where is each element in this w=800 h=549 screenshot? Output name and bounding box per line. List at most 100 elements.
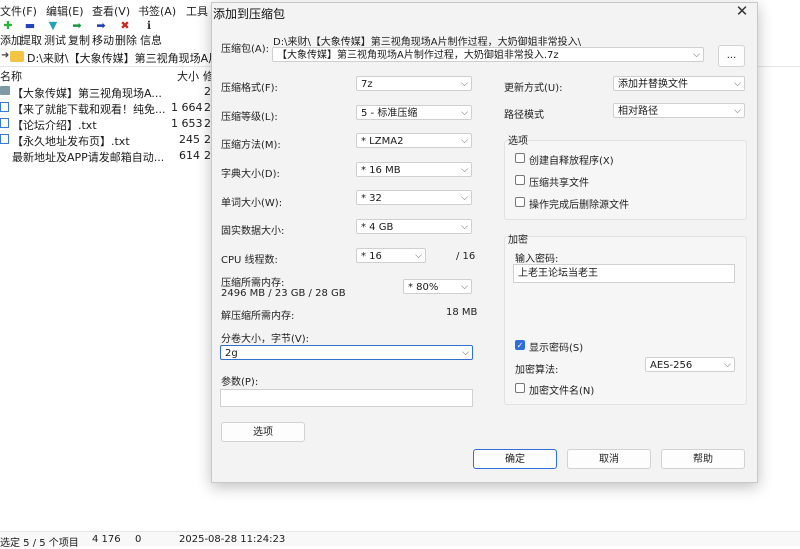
- cpu-threads-select[interactable]: * 16 ⌵: [356, 248, 426, 263]
- chevron-down-icon: ⌵: [734, 79, 741, 89]
- file-name[interactable]: 【论坛介绍】.txt: [12, 117, 97, 133]
- cpu-threads-max: / 16: [456, 251, 476, 262]
- archive-label: 压缩包(A):: [221, 44, 270, 55]
- close-icon[interactable]: ✕: [735, 4, 749, 19]
- chevron-down-icon: ⌵: [461, 222, 468, 232]
- file-size: 245: [179, 133, 200, 146]
- encryption-group-title: 加密: [508, 235, 528, 246]
- menu-tools[interactable]: 工具: [186, 3, 208, 19]
- menu-edit[interactable]: 编辑(E): [46, 3, 84, 19]
- parameters-label: 参数(P):: [221, 377, 259, 388]
- info-icon[interactable]: ℹ: [143, 20, 155, 32]
- level-label: 压缩等级(L):: [221, 112, 278, 123]
- volume-size-combo[interactable]: 2g ⌵: [220, 345, 473, 360]
- up-arrow-icon[interactable]: ➜: [1, 50, 9, 61]
- shared-files-checkbox[interactable]: [515, 175, 525, 185]
- add-icon[interactable]: ✚: [2, 20, 14, 32]
- status-size: 4 176: [92, 534, 121, 545]
- menu-bookmarks[interactable]: 书签(A): [138, 3, 176, 19]
- file-name[interactable]: 【永久地址发布页】.txt: [12, 133, 130, 149]
- menu-view[interactable]: 查看(V): [92, 3, 130, 19]
- update-mode-label: 更新方式(U):: [504, 83, 563, 94]
- test-icon[interactable]: ▼: [47, 20, 59, 32]
- folder-icon: [10, 51, 24, 62]
- current-path[interactable]: D:\来财\【大象传媒】第三视角现场A片: [27, 50, 219, 66]
- file-icon: [0, 118, 9, 128]
- archive-name-combo[interactable]: 【大象传媒】第三视角现场A片制作过程，大奶御姐非常投入.7z ⌵: [272, 47, 704, 62]
- encrypt-names-checkbox[interactable]: [515, 383, 525, 393]
- method-value: * LZMA2: [361, 136, 404, 147]
- word-size-label: 单词大小(W):: [221, 198, 283, 209]
- sfx-label: 创建自释放程序(X): [529, 156, 614, 167]
- path-mode-value: 相对路径: [618, 106, 658, 117]
- password-input[interactable]: 上老王论坛当老王: [513, 264, 735, 283]
- cpu-threads-label: CPU 线程数:: [221, 255, 278, 266]
- toolbar-extract[interactable]: 提取: [20, 32, 42, 48]
- column-name[interactable]: 名称: [0, 68, 22, 84]
- update-mode-select[interactable]: 添加并替换文件 ⌵: [613, 76, 745, 91]
- column-size[interactable]: 大小: [177, 68, 199, 84]
- cancel-button[interactable]: 取消: [567, 449, 651, 469]
- decompress-memory-value: 18 MB: [446, 307, 478, 318]
- ok-button[interactable]: 确定: [473, 449, 557, 469]
- help-button[interactable]: 帮助: [661, 449, 745, 469]
- chevron-down-icon: ⌵: [461, 165, 468, 175]
- format-select[interactable]: 7z ⌵: [356, 76, 472, 91]
- level-select[interactable]: 5 - 标准压缩 ⌵: [356, 105, 472, 120]
- method-select[interactable]: * LZMA2 ⌵: [356, 133, 472, 148]
- chevron-down-icon: ⌵: [461, 282, 468, 292]
- dictionary-label: 字典大小(D):: [221, 169, 280, 180]
- chevron-down-icon: ⌵: [461, 108, 468, 118]
- toolbar-test[interactable]: 测试: [44, 32, 66, 48]
- toolbar-add[interactable]: 添加: [0, 32, 22, 48]
- volume-size-label: 分卷大小，字节(V):: [221, 334, 310, 345]
- extract-icon[interactable]: ▬: [24, 20, 36, 32]
- chevron-down-icon: ⌵: [734, 106, 741, 116]
- file-modified: 2: [204, 101, 211, 114]
- solid-size-select[interactable]: * 4 GB ⌵: [356, 219, 472, 234]
- archive-name-value: 【大象传媒】第三视角现场A片制作过程，大奶御姐非常投入.7z: [277, 50, 559, 61]
- memory-label: 压缩所需内存:: [221, 278, 285, 289]
- file-icon: [0, 134, 9, 144]
- delete-icon[interactable]: ✖: [119, 20, 131, 32]
- file-modified: 2: [204, 133, 211, 146]
- move-icon[interactable]: ➡: [95, 20, 107, 32]
- file-name[interactable]: 最新地址及APP请发邮箱自动...: [12, 149, 164, 165]
- chevron-down-icon: ⌵: [462, 348, 469, 358]
- chevron-down-icon: ⌵: [461, 136, 468, 146]
- parameters-input[interactable]: [220, 389, 473, 407]
- solid-size-label: 固实数据大小:: [221, 226, 285, 237]
- status-zero: 0: [135, 534, 142, 545]
- browse-button[interactable]: ...: [718, 45, 745, 67]
- word-size-select[interactable]: * 32 ⌵: [356, 190, 472, 205]
- cpu-threads-value: * 16: [361, 251, 382, 262]
- options-button[interactable]: 选项: [221, 422, 305, 442]
- decompress-memory-label: 解压缩所需内存:: [221, 311, 295, 322]
- show-password-label: 显示密码(S): [529, 343, 584, 354]
- status-selection: 选定 5 / 5 个项目: [0, 538, 79, 549]
- file-size: 614: [179, 149, 200, 162]
- file-size: 1 664: [171, 101, 203, 114]
- delete-after-label: 操作完成后删除源文件: [529, 200, 629, 211]
- memory-percent-select[interactable]: * 80% ⌵: [403, 279, 472, 294]
- toolbar-info[interactable]: 信息: [140, 32, 162, 48]
- toolbar-delete[interactable]: 删除: [115, 32, 137, 48]
- solid-size-value: * 4 GB: [361, 222, 394, 233]
- copy-icon[interactable]: ➡: [71, 20, 83, 32]
- encryption-method-select[interactable]: AES-256 ⌵: [645, 357, 735, 372]
- dictionary-select[interactable]: * 16 MB ⌵: [356, 162, 472, 177]
- file-name[interactable]: 【来了就能下载和观看！纯免...: [12, 101, 166, 117]
- path-mode-select[interactable]: 相对路径 ⌵: [613, 103, 745, 118]
- file-name[interactable]: 【大象传媒】第三视角现场A...: [12, 85, 162, 101]
- toolbar-copy[interactable]: 复制: [68, 32, 90, 48]
- file-modified: 2: [204, 117, 211, 130]
- delete-after-checkbox[interactable]: [515, 197, 525, 207]
- show-password-checkbox[interactable]: ✓: [515, 340, 525, 350]
- menu-file[interactable]: 文件(F): [0, 3, 37, 19]
- sfx-checkbox[interactable]: [515, 153, 525, 163]
- chevron-down-icon: ⌵: [415, 251, 422, 261]
- toolbar-move[interactable]: 移动: [92, 32, 114, 48]
- method-label: 压缩方法(M):: [221, 140, 281, 151]
- encrypt-names-label: 加密文件名(N): [529, 386, 595, 397]
- status-datetime: 2025-08-28 11:24:23: [179, 534, 286, 545]
